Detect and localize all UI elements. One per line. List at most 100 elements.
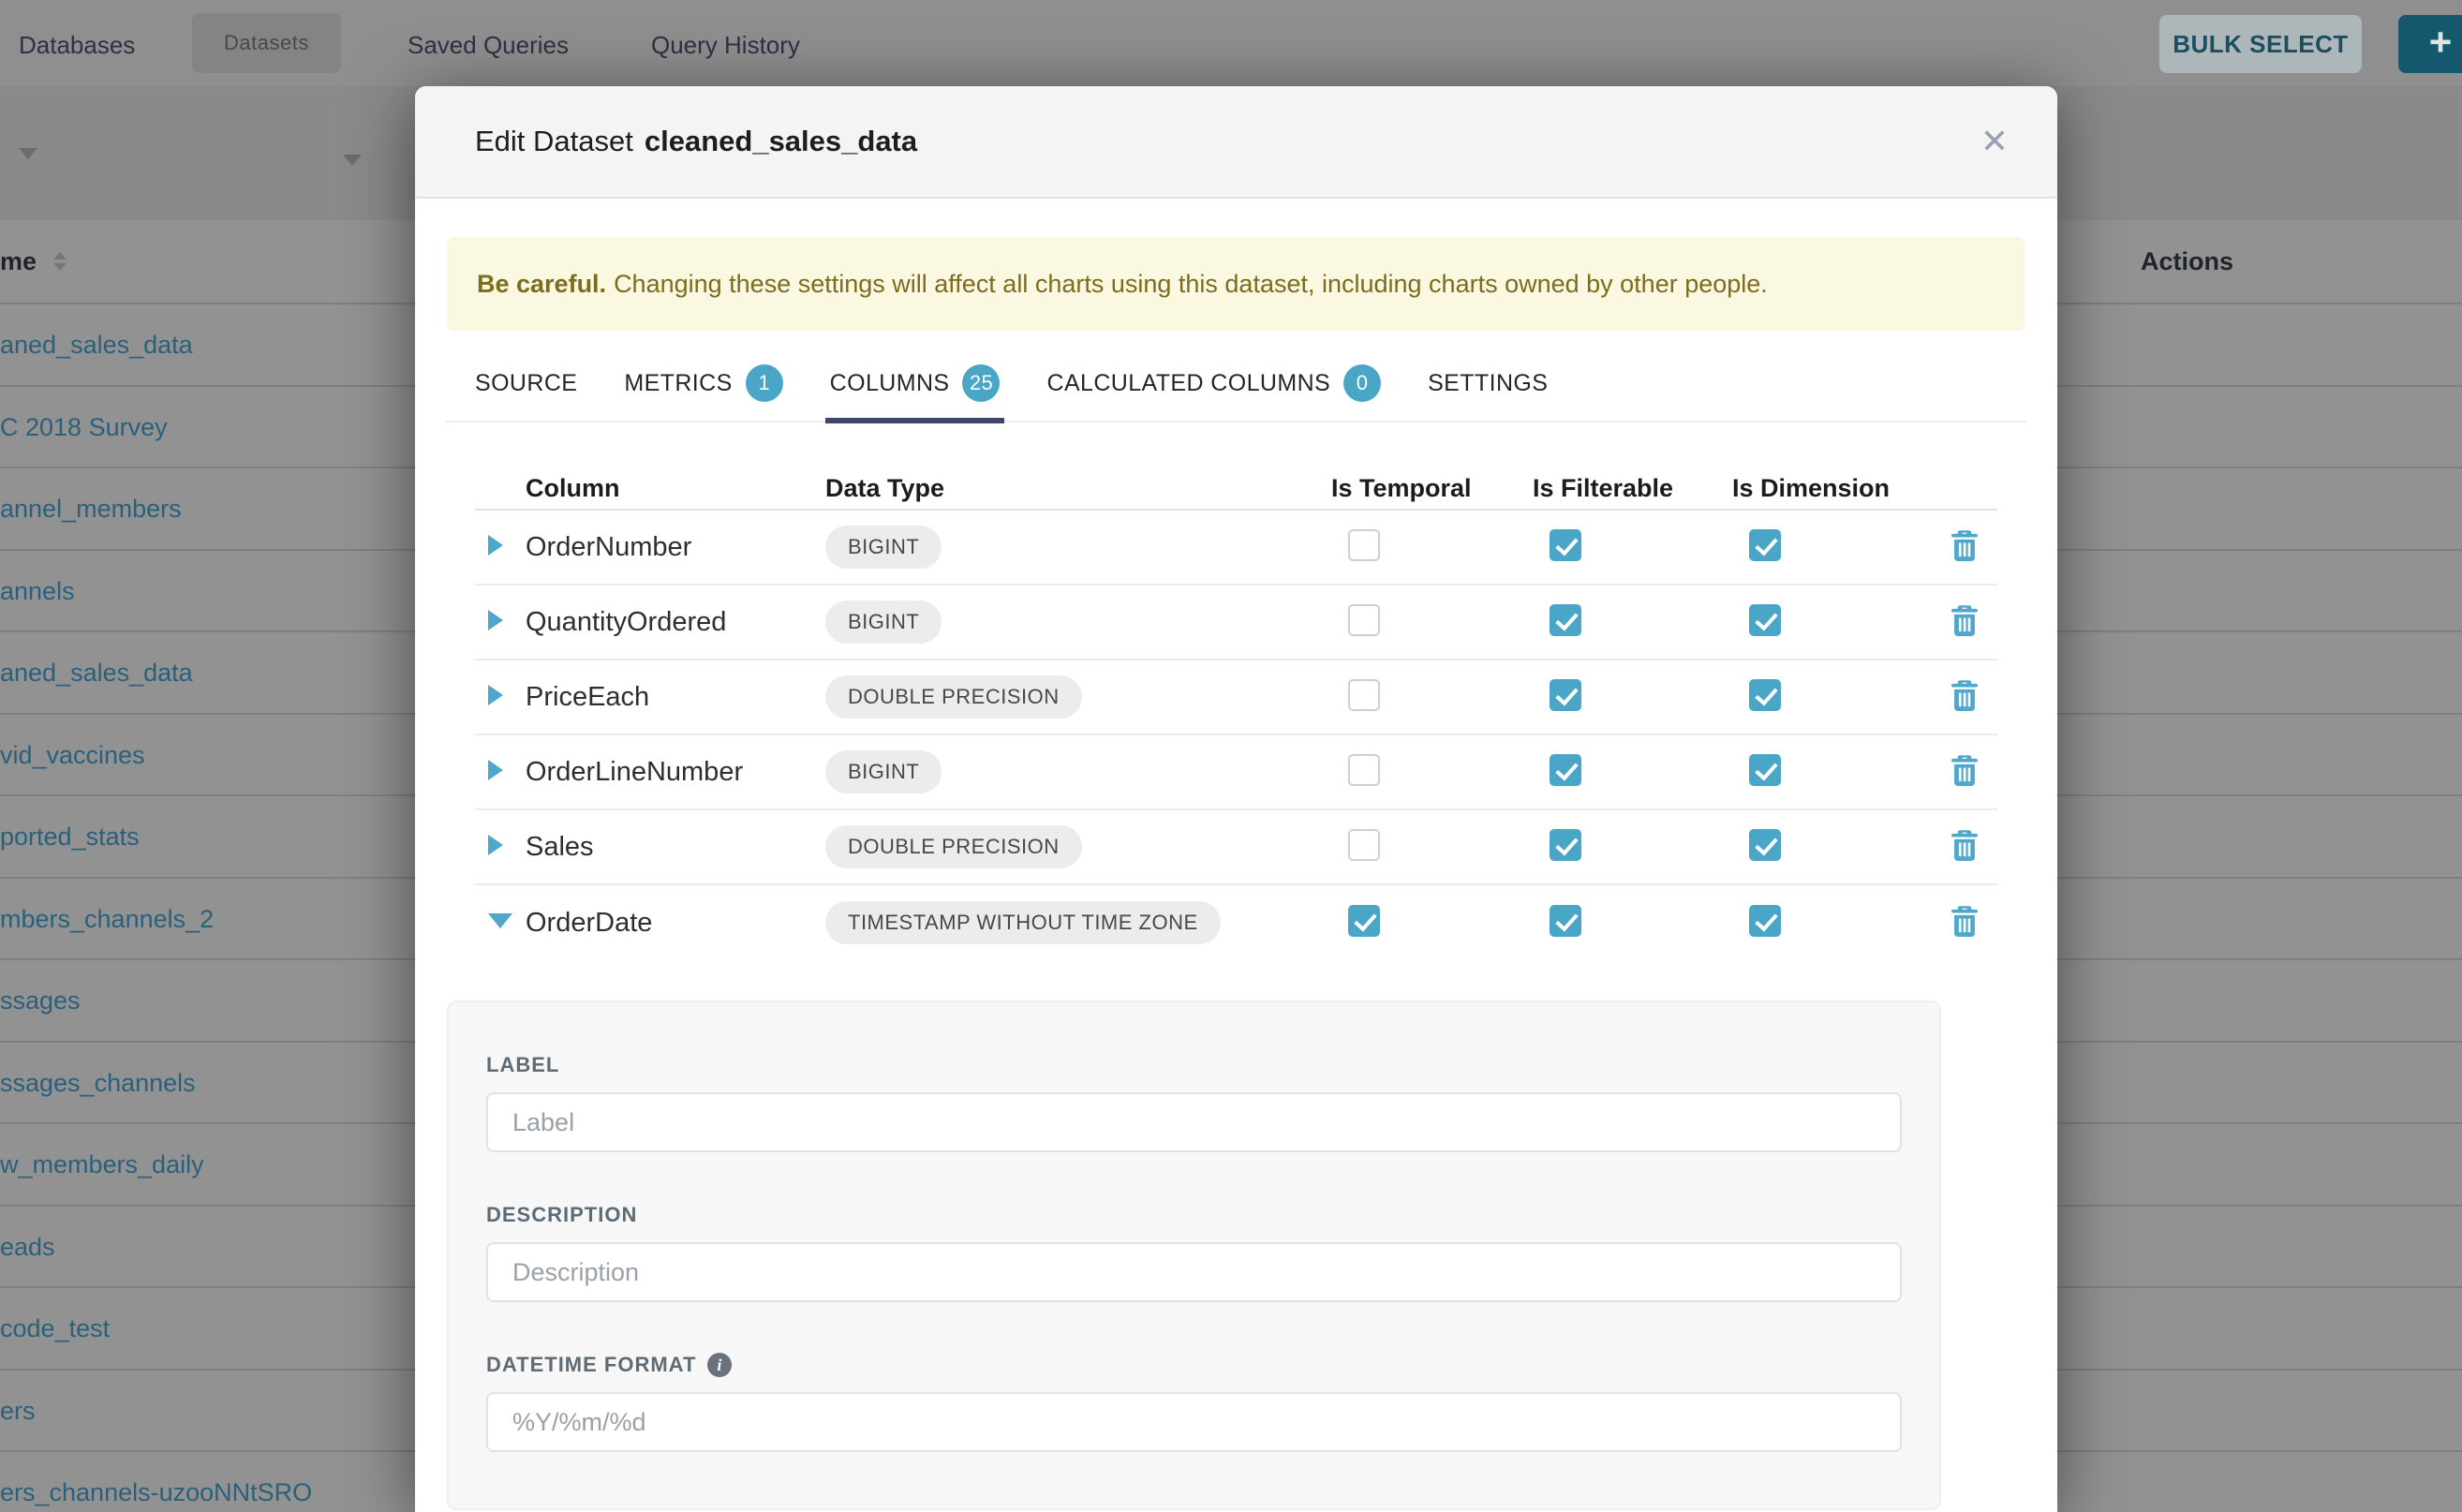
is-filterable-checkbox[interactable]: [1550, 829, 1581, 861]
dataset-link[interactable]: ers: [0, 1371, 36, 1451]
tab-label: SETTINGS: [1428, 370, 1548, 397]
delete-icon[interactable]: [1950, 529, 1979, 561]
column-row: OrderLineNumber BIGINT: [475, 735, 1997, 810]
dataset-link[interactable]: eads: [0, 1207, 55, 1287]
data-type-pill: BIGINT: [825, 750, 942, 793]
label-field: LABEL: [486, 1053, 1902, 1152]
expand-caret-icon[interactable]: [488, 685, 503, 705]
tab-label: CALCULATED COLUMNS: [1046, 370, 1330, 397]
column-name: Sales: [526, 832, 825, 863]
chevron-down-icon[interactable]: [343, 155, 362, 166]
expand-caret-icon[interactable]: [488, 835, 503, 855]
header-data-type: Data Type: [825, 474, 1331, 503]
dataset-link[interactable]: w_members_daily: [0, 1124, 204, 1205]
tab-count-badge: 25: [962, 364, 1000, 402]
is-dimension-checkbox[interactable]: [1749, 829, 1781, 861]
expand-caret-icon[interactable]: [488, 610, 503, 630]
is-dimension-checkbox[interactable]: [1749, 679, 1781, 711]
dataset-link[interactable]: annels: [0, 551, 75, 631]
columns-table: Column Data Type Is Temporal Is Filterab…: [475, 467, 1997, 960]
is-filterable-checkbox[interactable]: [1550, 679, 1581, 711]
column-row: QuantityOrdered BIGINT: [475, 586, 1997, 660]
dataset-link[interactable]: C 2018 Survey: [0, 387, 168, 467]
tab-label: METRICS: [624, 370, 732, 397]
label-input[interactable]: [486, 1092, 1902, 1152]
dataset-link[interactable]: code_test: [0, 1288, 110, 1369]
datetime-format-field: DATETIME FORMAT i: [486, 1353, 1902, 1452]
delete-icon[interactable]: [1950, 679, 1979, 711]
is-temporal-checkbox[interactable]: [1348, 754, 1380, 786]
nav-item-saved-queries[interactable]: Saved Queries: [408, 31, 569, 60]
delete-icon[interactable]: [1950, 905, 1979, 937]
column-row: Sales DOUBLE PRECISION: [475, 810, 1997, 885]
column-row: OrderNumber BIGINT: [475, 511, 1997, 586]
dataset-link[interactable]: mbers_channels_2: [0, 879, 214, 959]
warning-banner-title: Be careful.: [477, 270, 606, 298]
tab-source[interactable]: SOURCE: [475, 364, 577, 402]
tab-columns[interactable]: COLUMNS 25: [830, 364, 1001, 402]
is-temporal-checkbox[interactable]: [1348, 529, 1380, 561]
is-temporal-checkbox[interactable]: [1348, 905, 1380, 937]
column-name: OrderDate: [526, 908, 825, 939]
description-field-label: DESCRIPTION: [486, 1203, 1902, 1227]
close-icon[interactable]: ✕: [1980, 86, 2009, 197]
is-filterable-checkbox[interactable]: [1550, 529, 1581, 561]
chevron-down-icon[interactable]: [19, 148, 37, 159]
dataset-link[interactable]: aned_sales_data: [0, 304, 193, 385]
is-dimension-checkbox[interactable]: [1749, 905, 1781, 937]
tab-metrics[interactable]: METRICS 1: [624, 364, 782, 402]
dataset-link[interactable]: ssages_channels: [0, 1043, 196, 1123]
dataset-link[interactable]: aned_sales_data: [0, 632, 193, 713]
tab-count-badge: 0: [1343, 364, 1381, 402]
header-is-dimension: Is Dimension: [1732, 474, 1931, 503]
bulk-select-button[interactable]: BULK SELECT: [2159, 15, 2362, 73]
expand-caret-icon[interactable]: [488, 535, 503, 556]
is-dimension-checkbox[interactable]: [1749, 604, 1781, 636]
delete-icon[interactable]: [1950, 604, 1979, 636]
nav-item-query-history[interactable]: Query History: [651, 31, 800, 60]
is-filterable-checkbox[interactable]: [1550, 604, 1581, 636]
is-filterable-checkbox[interactable]: [1550, 754, 1581, 786]
delete-icon[interactable]: [1950, 754, 1979, 786]
sort-icon[interactable]: [53, 252, 67, 271]
expand-caret-icon[interactable]: [488, 760, 503, 780]
dataset-link[interactable]: ssages: [0, 960, 81, 1041]
datetime-format-field-label: DATETIME FORMAT: [486, 1353, 696, 1377]
tab-label: COLUMNS: [830, 370, 950, 397]
collapse-caret-icon[interactable]: [488, 913, 512, 928]
dataset-link[interactable]: ers_channels-uzooNNtSRO: [0, 1452, 312, 1512]
dataset-link[interactable]: vid_vaccines: [0, 715, 145, 795]
dataset-link[interactable]: ported_stats: [0, 796, 140, 877]
data-type-pill: TIMESTAMP WITHOUT TIME ZONE: [825, 901, 1221, 944]
tab-settings[interactable]: SETTINGS: [1428, 364, 1548, 402]
data-type-pill: DOUBLE PRECISION: [825, 825, 1082, 868]
is-dimension-checkbox[interactable]: [1749, 754, 1781, 786]
header-column: Column: [526, 474, 825, 503]
nav-item-datasets[interactable]: Datasets: [192, 13, 341, 73]
datetime-format-input[interactable]: [486, 1392, 1902, 1452]
is-temporal-checkbox[interactable]: [1348, 829, 1380, 861]
dataset-link[interactable]: annel_members: [0, 468, 182, 549]
name-column-header[interactable]: me: [0, 220, 37, 303]
tab-calculated-columns[interactable]: CALCULATED COLUMNS 0: [1046, 364, 1381, 402]
page: Databases Datasets Saved Queries Query H…: [0, 0, 2462, 1512]
column-name: PriceEach: [526, 682, 825, 713]
is-dimension-checkbox[interactable]: [1749, 529, 1781, 561]
is-temporal-checkbox[interactable]: [1348, 679, 1380, 711]
is-temporal-checkbox[interactable]: [1348, 604, 1380, 636]
modal-header: Edit Datasetcleaned_sales_data ✕: [415, 86, 2057, 199]
columns-table-header: Column Data Type Is Temporal Is Filterab…: [475, 467, 1997, 511]
description-input[interactable]: [486, 1242, 1902, 1302]
modal-body: Be careful.Changing these settings will …: [415, 237, 2057, 1510]
info-icon[interactable]: i: [707, 1353, 732, 1377]
modal-tabs: SOURCE METRICS 1 COLUMNS 25 CALCULATED C…: [446, 364, 2026, 422]
is-filterable-checkbox[interactable]: [1550, 905, 1581, 937]
description-field: DESCRIPTION: [486, 1203, 1902, 1302]
delete-icon[interactable]: [1950, 829, 1979, 861]
add-dataset-button[interactable]: +: [2398, 15, 2462, 73]
header-is-temporal: Is Temporal: [1331, 474, 1533, 503]
header-is-filterable: Is Filterable: [1533, 474, 1732, 503]
column-name: QuantityOrdered: [526, 607, 825, 638]
top-navigation: Databases Datasets Saved Queries Query H…: [0, 0, 2462, 86]
nav-item-databases[interactable]: Databases: [19, 31, 135, 60]
